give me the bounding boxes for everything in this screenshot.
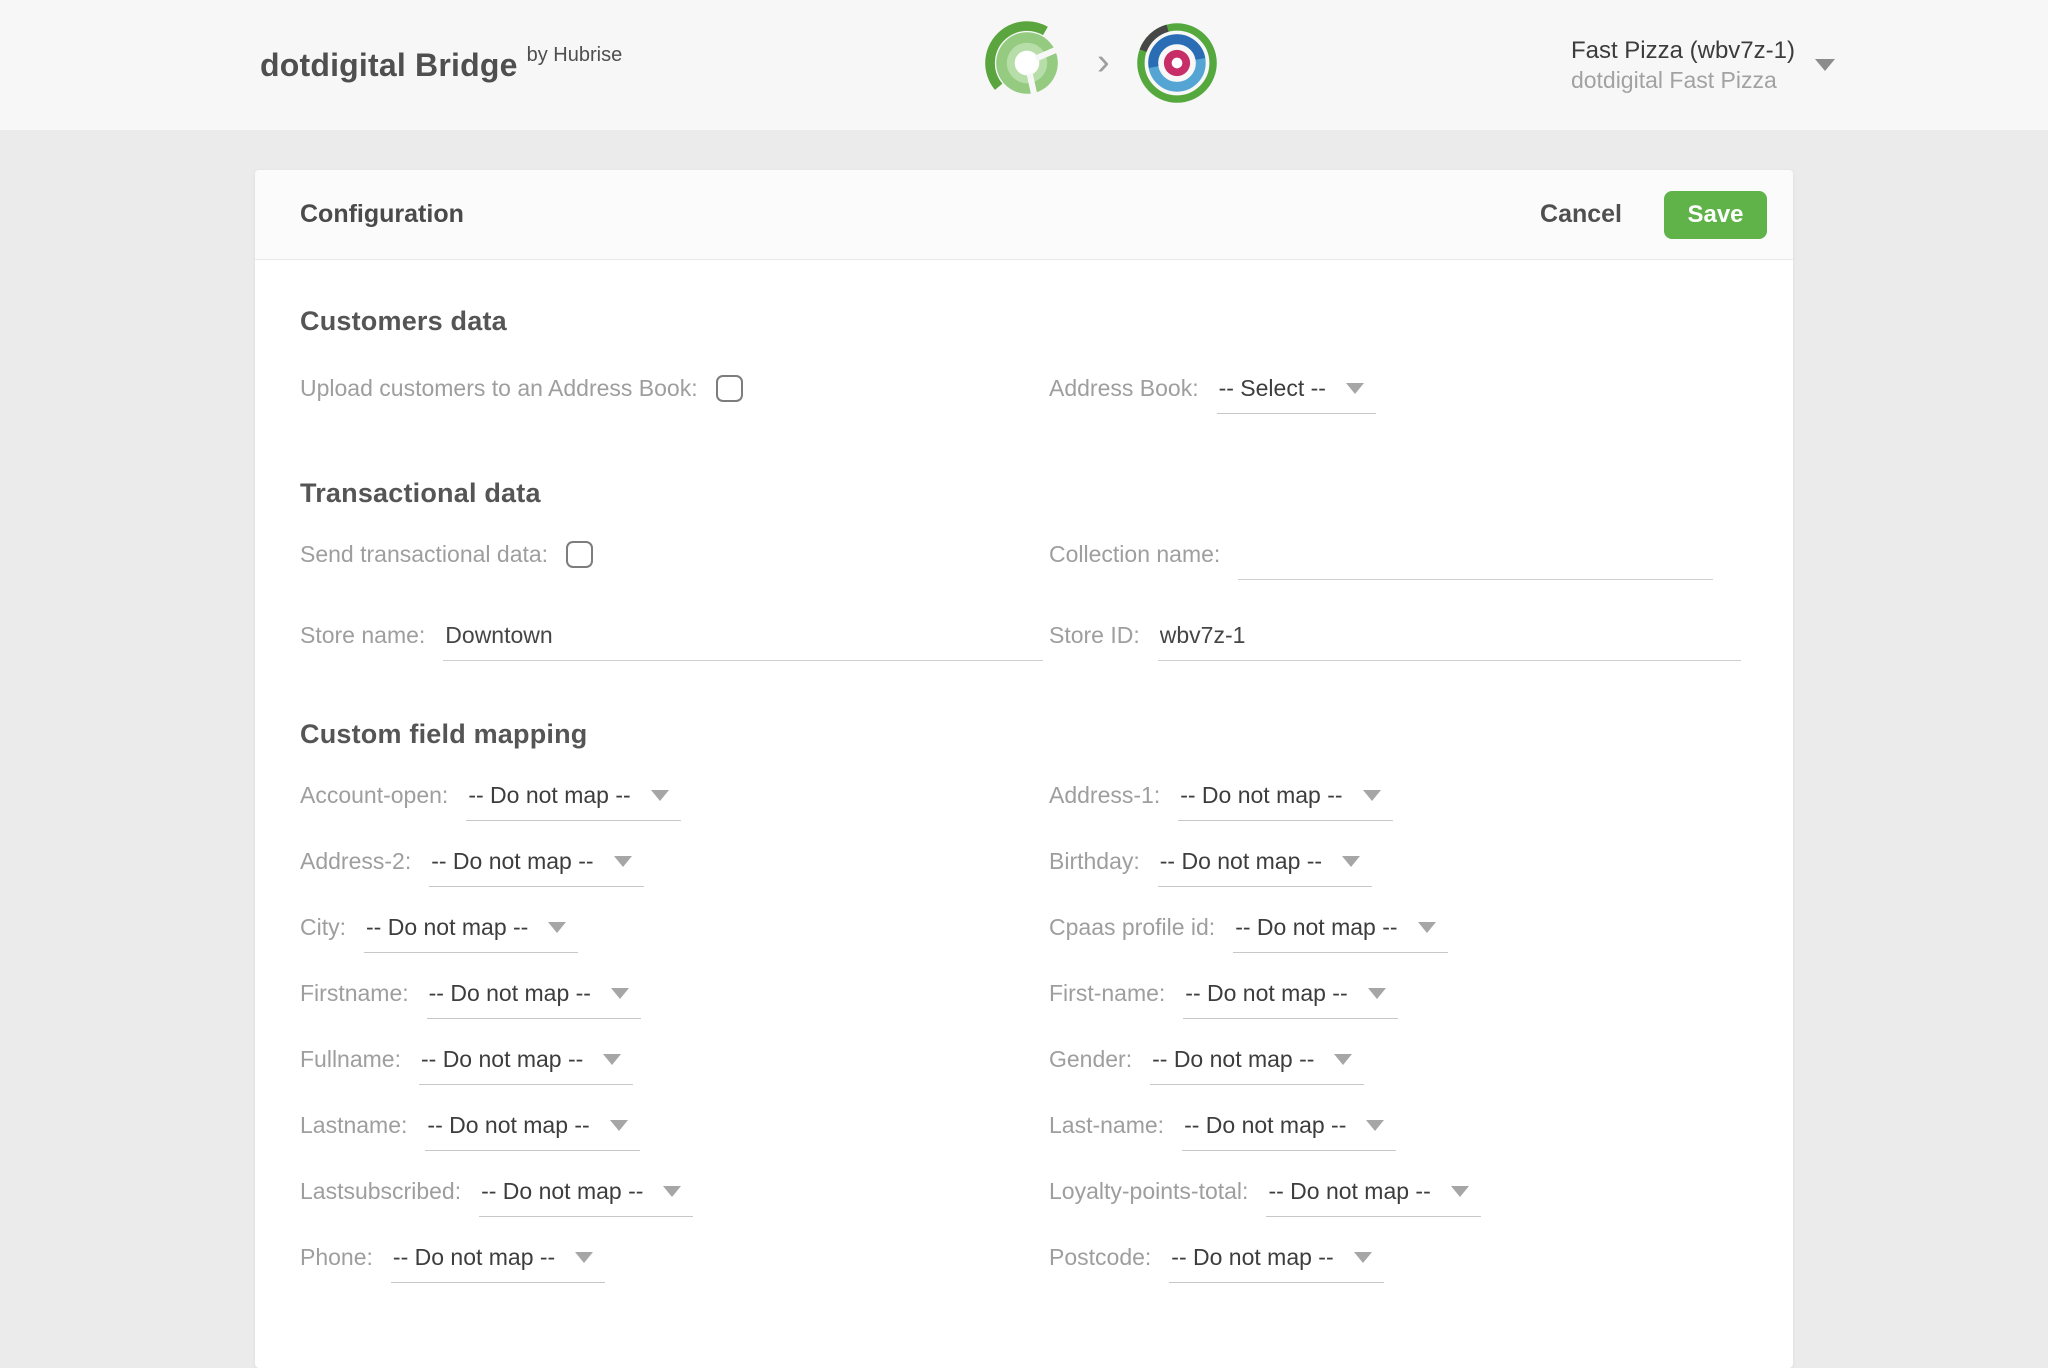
mapping-row: Phone: -- Do not map -- Postcode: -- Do …	[300, 1242, 1751, 1308]
mapping-row: Firstname: -- Do not map -- First-name: …	[300, 978, 1751, 1044]
chevron-down-icon	[1417, 921, 1436, 933]
store-name-label: Store name:	[300, 622, 426, 648]
brand: dotdigital Bridge by Hubrise	[260, 0, 622, 130]
chevron-down-icon	[1353, 1251, 1372, 1263]
field-label: Postcode:	[1049, 1244, 1152, 1270]
chevron-down-icon	[1367, 987, 1386, 999]
field-label: Cpaas profile id:	[1049, 914, 1216, 940]
upload-customers-label: Upload customers to an Address Book:	[300, 375, 698, 401]
collection-name-input[interactable]	[1238, 539, 1713, 580]
chevron-down-icon	[610, 987, 629, 999]
field-label: Phone:	[300, 1244, 373, 1270]
mapping-row: Account-open: -- Do not map -- Address-1…	[300, 780, 1751, 846]
select-gender[interactable]: -- Do not map --	[1150, 1044, 1365, 1085]
select-address-1[interactable]: -- Do not map --	[1178, 780, 1393, 821]
account-name: Fast Pizza (wbv7z-1)	[1570, 36, 1795, 64]
store-id-input[interactable]	[1157, 620, 1741, 661]
mapping-row: Address-2: -- Do not map -- Birthday: --…	[300, 846, 1751, 912]
field-label: Loyalty-points-total:	[1049, 1178, 1249, 1204]
chevron-down-icon	[1362, 789, 1381, 801]
field-label: Lastsubscribed:	[300, 1178, 462, 1204]
chevron-down-icon	[650, 789, 669, 801]
chevron-down-icon	[1342, 855, 1361, 867]
app-header: dotdigital Bridge by Hubrise › Fast Pizz…	[0, 0, 2048, 130]
chevron-down-icon	[663, 1185, 682, 1197]
select-cpaas-profile-id[interactable]: -- Do not map --	[1233, 912, 1448, 953]
mapping-row: Lastsubscribed: -- Do not map -- Loyalty…	[300, 1176, 1751, 1242]
field-label: Firstname:	[300, 980, 409, 1006]
chevron-down-icon	[548, 921, 567, 933]
custom-field-mapping: Account-open: -- Do not map -- Address-1…	[300, 780, 1751, 1308]
field-label: City:	[300, 914, 346, 940]
field-label: Address-2:	[300, 848, 412, 874]
dotdigital-logo-icon	[1136, 22, 1218, 109]
select-phone[interactable]: -- Do not map --	[390, 1242, 606, 1283]
select-birthday[interactable]: -- Do not map --	[1157, 846, 1373, 887]
field-label: Fullname:	[300, 1046, 401, 1072]
select-postcode[interactable]: -- Do not map --	[1169, 1242, 1384, 1283]
customers-row: Upload customers to an Address Book: Add…	[300, 373, 1751, 414]
select-account-open[interactable]: -- Do not map --	[466, 780, 681, 821]
chevron-down-icon	[613, 855, 632, 867]
field-label: First-name:	[1049, 980, 1166, 1006]
account-switcher[interactable]: Fast Pizza (wbv7z-1) dotdigital Fast Piz…	[1571, 0, 1835, 130]
field-label: Address-1:	[1049, 782, 1161, 808]
field-label: Last-name:	[1049, 1112, 1165, 1138]
account-info: Fast Pizza (wbv7z-1) dotdigital Fast Piz…	[1571, 36, 1795, 95]
chevron-down-icon	[609, 1119, 628, 1131]
store-id-label: Store ID:	[1049, 622, 1140, 648]
chevron-down-icon	[1450, 1185, 1469, 1197]
select-loyalty-points-total[interactable]: -- Do not map --	[1266, 1176, 1481, 1217]
select-first-name[interactable]: -- Do not map --	[1183, 978, 1398, 1019]
field-label: Lastname:	[300, 1112, 408, 1138]
select-address-2[interactable]: -- Do not map --	[429, 846, 644, 887]
store-name-input[interactable]	[443, 620, 1043, 661]
configuration-toolbar: Configuration Cancel Save	[255, 170, 1793, 260]
cancel-button[interactable]: Cancel	[1540, 200, 1622, 229]
section-title-customers: Customers data	[300, 306, 507, 336]
integration-connector: ›	[983, 0, 1218, 130]
select-lastname[interactable]: -- Do not map --	[425, 1110, 640, 1151]
configuration-card: Configuration Cancel Save Customers data…	[255, 170, 1793, 1368]
chevron-down-icon	[1815, 59, 1835, 71]
mapping-row: City: -- Do not map -- Cpaas profile id:…	[300, 912, 1751, 978]
app-subtitle: by Hubrise	[526, 43, 623, 66]
toolbar-actions: Cancel Save	[1540, 190, 1767, 239]
send-transactional-label: Send transactional data:	[300, 541, 549, 567]
section-title-transactional: Transactional data	[300, 478, 541, 508]
chevron-right-icon: ›	[1097, 41, 1110, 83]
field-label: Birthday:	[1049, 848, 1140, 874]
mapping-row: Fullname: -- Do not map -- Gender: -- Do…	[300, 1044, 1751, 1110]
select-lastsubscribed[interactable]: -- Do not map --	[479, 1176, 694, 1217]
upload-customers-checkbox[interactable]	[715, 375, 743, 402]
send-transactional-checkbox[interactable]	[566, 541, 594, 568]
select-firstname[interactable]: -- Do not map --	[426, 978, 641, 1019]
chevron-down-icon	[1366, 1119, 1385, 1131]
chevron-down-icon	[603, 1053, 622, 1065]
page-title: Configuration	[300, 200, 464, 228]
chevron-down-icon	[575, 1251, 594, 1263]
chevron-down-icon	[1345, 382, 1364, 394]
select-last-name[interactable]: -- Do not map --	[1182, 1110, 1397, 1151]
hubrise-logo-icon	[983, 19, 1071, 112]
account-subname: dotdigital Fast Pizza	[1570, 66, 1777, 93]
mapping-row: Lastname: -- Do not map -- Last-name: --…	[300, 1110, 1751, 1176]
field-label: Gender:	[1049, 1046, 1133, 1072]
save-button[interactable]: Save	[1664, 190, 1767, 239]
collection-name-label: Collection name:	[1049, 541, 1221, 567]
transactional-row-1: Send transactional data: Collection name…	[300, 539, 1751, 580]
field-label: Account-open:	[300, 782, 449, 808]
transactional-row-2: Store name: Store ID:	[300, 620, 1751, 661]
section-title-mapping: Custom field mapping	[300, 719, 588, 749]
app-title: dotdigital Bridge	[260, 46, 518, 83]
select-fullname[interactable]: -- Do not map --	[418, 1044, 634, 1085]
select-city[interactable]: -- Do not map --	[364, 912, 579, 953]
address-book-label: Address Book:	[1049, 375, 1199, 401]
chevron-down-icon	[1334, 1053, 1353, 1065]
address-book-select[interactable]: -- Select --	[1216, 373, 1376, 414]
